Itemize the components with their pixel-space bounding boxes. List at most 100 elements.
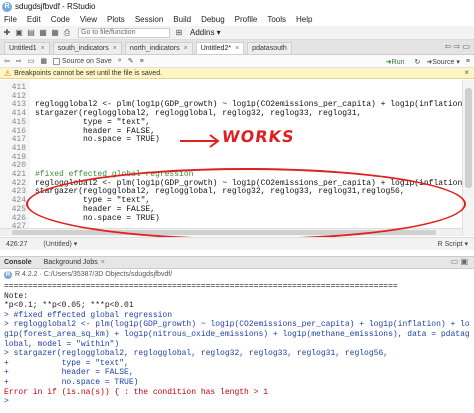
- close-icon[interactable]: ×: [113, 45, 117, 52]
- console-line: >: [4, 397, 9, 407]
- source-on-save-label: Source on Save: [62, 57, 112, 65]
- r-version-icon: R: [4, 270, 12, 279]
- close-icon[interactable]: ×: [235, 45, 239, 52]
- menu-code[interactable]: Code: [51, 15, 70, 24]
- menu-debug[interactable]: Debug: [201, 15, 225, 24]
- background-jobs-label: Background Jobs: [43, 259, 98, 266]
- close-icon[interactable]: ×: [101, 259, 105, 266]
- tab-console[interactable]: Console: [4, 259, 32, 266]
- pane-controls-icon[interactable]: ▭ ▣: [451, 257, 468, 266]
- code-text: no.space = TRUE): [35, 213, 160, 223]
- code-line[interactable]: 411: [0, 83, 462, 93]
- menu-help[interactable]: Help: [296, 15, 312, 24]
- tab-pdatasouth[interactable]: pdatasouth: [247, 42, 292, 54]
- menu-view[interactable]: View: [80, 15, 97, 24]
- console-line: lobal, model = "within"): [4, 339, 120, 349]
- warning-text: Breakpoints cannot be set until the file…: [14, 69, 163, 77]
- print-icon[interactable]: ⎙: [62, 28, 72, 38]
- scope-selector[interactable]: (Untitled) ▾: [43, 240, 77, 248]
- tab-north-indicators[interactable]: north_indicators ×: [124, 42, 193, 54]
- outline-icon[interactable]: ≡: [140, 58, 144, 65]
- menu-file[interactable]: File: [4, 15, 17, 24]
- goto-file-input[interactable]: Go to file/function: [78, 27, 170, 38]
- rstudio-logo-icon: R: [2, 1, 12, 12]
- editor-toolbar: ⇦ ⇨ ▭ ▦ Source on Save ⌕ ✎ ≡ ➜Run ↻ ➜Sou…: [0, 55, 474, 68]
- window-title: sdugdsjfbvdf - RStudio: [15, 2, 96, 11]
- main-toolbar: ✚ ▣ ▤ ▦ ▦ ⎙ Go to file/function ⊞ Addins…: [0, 26, 474, 40]
- grid-icon[interactable]: ⊞: [174, 28, 184, 38]
- tab-label: Untitled1: [9, 45, 37, 52]
- tab-south-indicators[interactable]: south_indicators ×: [52, 42, 122, 54]
- run-button[interactable]: ➜Run: [386, 58, 405, 66]
- console-line: g1p(forest_area_sq_km) + log1p(nitrous_o…: [4, 330, 470, 339]
- file-type-selector[interactable]: R Script ▾: [438, 240, 468, 248]
- menu-build[interactable]: Build: [173, 15, 191, 24]
- console-line: Note:: [4, 291, 29, 301]
- menu-edit[interactable]: Edit: [27, 15, 41, 24]
- back-arrow-icon[interactable]: ⇦: [4, 57, 10, 65]
- scroll-thumb[interactable]: [465, 88, 472, 188]
- tab-label: south_indicators: [57, 45, 109, 52]
- addins-button[interactable]: Addins ▾: [190, 28, 221, 37]
- editor-horizontal-scrollbar[interactable]: [0, 228, 462, 236]
- forward-arrow-icon[interactable]: ⇨: [16, 57, 22, 65]
- code-line[interactable]: 426 no.space = TRUE): [0, 213, 462, 224]
- console-path-bar: R R 4.2.2 · C:/Users/35387/3D Objects/sd…: [0, 269, 474, 280]
- title-bar: R sdugdsjfbvdf - RStudio: [0, 0, 474, 13]
- run-label: Run: [391, 58, 405, 66]
- console-tab-bar: Console Background Jobs × ▭ ▣: [0, 256, 474, 269]
- console-line: ========================================…: [4, 282, 398, 291]
- menu-tools[interactable]: Tools: [267, 15, 286, 24]
- doc-outline-icon[interactable]: ≡: [466, 58, 470, 65]
- console-line: + no.space = TRUE): [4, 378, 139, 387]
- code-line[interactable]: 418: [0, 144, 462, 154]
- save-icon[interactable]: ▦: [38, 28, 48, 38]
- menu-plots[interactable]: Plots: [107, 15, 125, 24]
- close-icon[interactable]: ×: [464, 68, 469, 77]
- console-line: *p<0.1; **p<0.05; ***p<0.01: [4, 301, 134, 311]
- show-in-window-icon[interactable]: ▭: [28, 57, 35, 65]
- tab-untitled2[interactable]: Untitled2* ×: [195, 42, 245, 54]
- tab-label: north_indicators: [129, 45, 180, 52]
- save-all-icon[interactable]: ▦: [50, 28, 60, 38]
- console-error-line: Error in if (is.na(s)) { : the condition…: [4, 387, 269, 397]
- cursor-position: 426:27: [6, 240, 28, 248]
- editor-run-group: ➜Run ↻ ➜Source ▾ ≡: [386, 55, 470, 68]
- scroll-thumb[interactable]: [12, 230, 436, 235]
- checkbox[interactable]: [53, 57, 60, 65]
- tab-nav-arrows-icon[interactable]: ⇦ ⇨ ▭: [445, 42, 470, 51]
- code-editor[interactable]: 411 412 413 reglogglobal2 <- plm(log1p(GDP_…: [0, 80, 462, 236]
- new-project-icon[interactable]: ▣: [14, 28, 24, 38]
- tab-untitled1[interactable]: Untitled1 ×: [4, 42, 50, 54]
- menu-bar: File Edit Code View Plots Session Build …: [0, 13, 474, 26]
- console-output[interactable]: ========================================…: [0, 281, 474, 413]
- rstudio-window: R sdugdsjfbvdf - RStudio File Edit Code …: [0, 0, 474, 413]
- console-path: R 4.2.2 · C:/Users/35387/3D Objects/sdug…: [15, 271, 173, 278]
- open-file-icon[interactable]: ▤: [26, 28, 36, 38]
- new-file-icon[interactable]: ✚: [2, 28, 12, 38]
- search-icon[interactable]: ⌕: [118, 57, 122, 65]
- source-on-save-toggle[interactable]: Source on Save: [53, 57, 112, 65]
- tab-label: pdatasouth: [252, 45, 287, 52]
- rerun-icon[interactable]: ↻: [415, 58, 421, 66]
- editor-vertical-scrollbar[interactable]: [462, 80, 474, 236]
- code-line[interactable]: 419: [0, 153, 462, 163]
- console-line: + header = FALSE,: [4, 368, 134, 378]
- warning-icon: ⚠: [4, 68, 12, 78]
- console-line: > reglogglobal2 <- plm(log1p(GDP_growth)…: [4, 320, 470, 330]
- save-file-icon[interactable]: ▦: [40, 57, 47, 65]
- source-label: Source: [432, 58, 455, 66]
- tab-label: Untitled2*: [200, 45, 232, 52]
- close-icon[interactable]: ×: [184, 45, 188, 52]
- menu-profile[interactable]: Profile: [235, 15, 258, 24]
- tab-background-jobs[interactable]: Background Jobs ×: [44, 259, 105, 266]
- red-annotation-text: WORKS: [220, 127, 296, 146]
- source-button[interactable]: ➜Source ▾: [426, 58, 460, 66]
- wand-icon[interactable]: ✎: [128, 57, 134, 65]
- close-icon[interactable]: ×: [41, 45, 45, 52]
- editor-tab-bar: Untitled1 × south_indicators × north_indic…: [0, 40, 474, 55]
- editor-status-bar: 426:27 (Untitled) ▾ R Script ▾: [0, 237, 474, 250]
- code-text: no.space = TRUE): [35, 135, 160, 145]
- console-line: > #fixed effected global regression: [4, 310, 173, 320]
- menu-session[interactable]: Session: [135, 15, 163, 24]
